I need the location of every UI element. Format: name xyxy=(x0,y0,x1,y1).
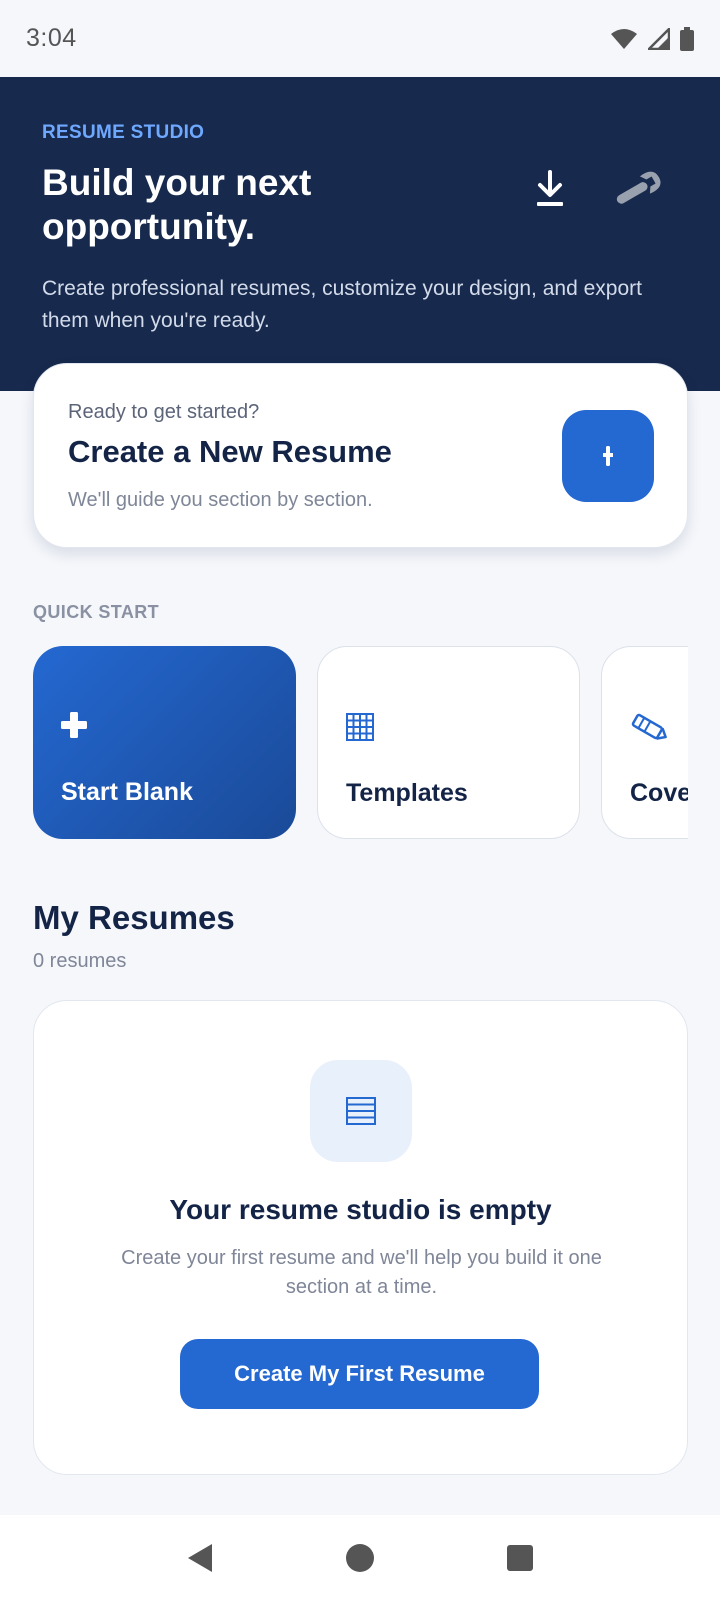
app-eyebrow: RESUME STUDIO xyxy=(42,122,205,143)
card-subtitle: We'll guide you section by section. xyxy=(68,489,373,511)
download-button[interactable] xyxy=(522,161,578,217)
empty-state-description: Create your first resume and we'll help … xyxy=(121,1247,602,1298)
quick-start-blank[interactable]: Start Blank xyxy=(33,646,296,839)
home-icon xyxy=(346,1543,374,1572)
create-resume-button[interactable] xyxy=(562,410,654,502)
nav-home-button[interactable] xyxy=(330,1528,390,1588)
card-kicker: Ready to get started? xyxy=(68,401,260,423)
hero-header: RESUME STUDIO Build your next opportunit… xyxy=(0,77,720,391)
signal-icon xyxy=(648,27,670,50)
download-icon xyxy=(537,170,563,206)
quick-start-templates[interactable]: Templates xyxy=(317,646,580,839)
grid-icon xyxy=(346,713,374,746)
plus-icon xyxy=(61,712,87,743)
nav-back-button[interactable] xyxy=(170,1528,230,1588)
arrow-right-icon xyxy=(603,446,613,466)
status-time: 3:04 xyxy=(26,24,77,52)
empty-state-card: Your resume studio is empty Create your … xyxy=(33,1000,688,1475)
wifi-icon xyxy=(611,28,637,49)
quick-start-label-text: Templates xyxy=(346,779,468,807)
create-first-resume-button[interactable]: Create My First Resume xyxy=(180,1339,539,1409)
system-nav-bar xyxy=(0,1515,720,1600)
quick-start-label-text: Cove xyxy=(630,779,688,807)
battery-icon xyxy=(680,26,694,51)
quick-start-label: QUICK START xyxy=(33,602,160,622)
card-title: Create a New Resume xyxy=(68,434,392,469)
empty-state-icon-box xyxy=(310,1060,412,1162)
empty-state-title: Your resume studio is empty xyxy=(169,1194,552,1225)
quick-start-cover-letter[interactable]: Cove xyxy=(601,646,688,839)
pencil-icon xyxy=(630,713,670,748)
status-icons xyxy=(610,26,694,51)
status-bar: 3:04 xyxy=(0,0,720,77)
hero-description: Create professional resumes, customize y… xyxy=(42,277,642,332)
document-lines-icon xyxy=(346,1097,376,1125)
nav-recents-button[interactable] xyxy=(490,1528,550,1588)
my-resumes-title: My Resumes xyxy=(33,899,235,936)
resume-count: 0 resumes xyxy=(33,950,127,972)
wrench-icon xyxy=(616,171,661,204)
settings-button[interactable] xyxy=(610,161,666,217)
quick-start-carousel[interactable]: Start Blank Templates Cove xyxy=(33,646,688,840)
create-new-resume-card[interactable]: Ready to get started? Create a New Resum… xyxy=(33,363,688,548)
hero-title: Build your next opportunity. xyxy=(42,162,312,247)
back-icon xyxy=(188,1543,212,1572)
quick-start-label-text: Start Blank xyxy=(61,778,193,806)
recents-icon xyxy=(507,1544,533,1571)
